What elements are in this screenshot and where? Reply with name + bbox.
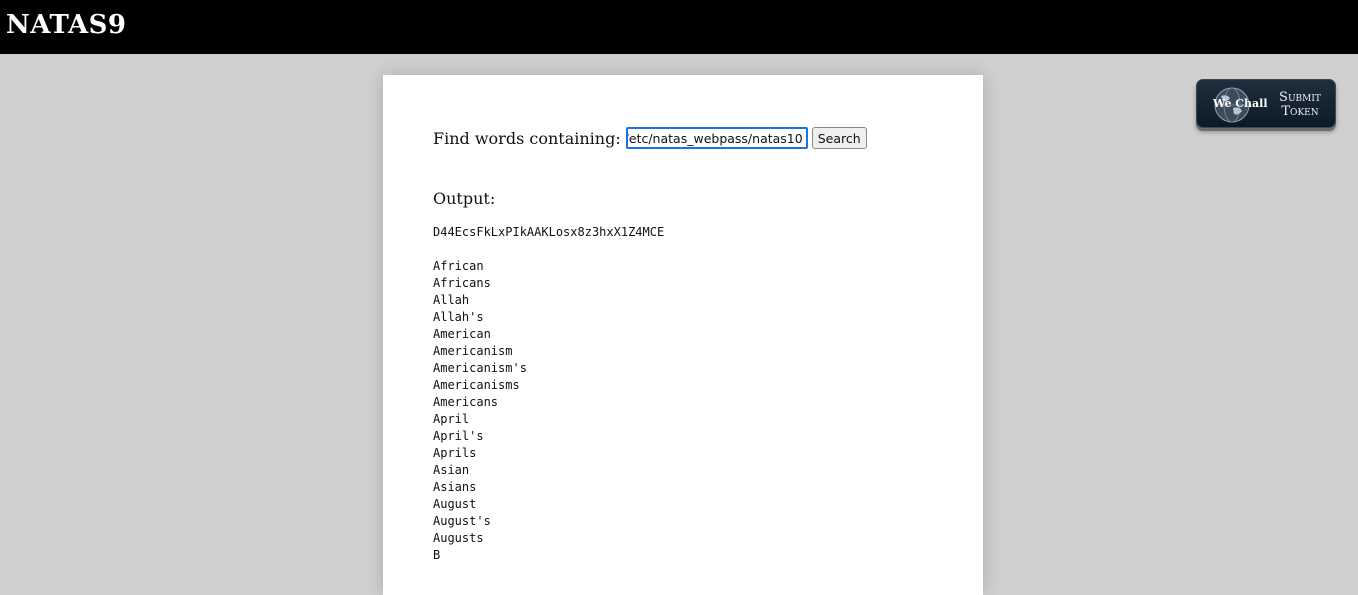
output-text: D44EcsFkLxPIkAAKLosx8z3hxX1Z4MCE African… <box>433 225 665 562</box>
search-button[interactable]: Search <box>811 127 867 149</box>
wechall-logo-text: We Chall <box>1213 97 1268 110</box>
output-heading: Output: <box>433 189 496 208</box>
submit-token-button[interactable]: We Chall Submit Token <box>1196 79 1336 128</box>
content-panel: Find words containing: t /etc/natas_webp… <box>383 75 983 595</box>
level-title: NATAS9 <box>6 10 127 40</box>
submit-token-label: Submit Token <box>1269 91 1331 119</box>
submit-label-line1: Submit <box>1279 90 1321 105</box>
search-form: Find words containing: t /etc/natas_webp… <box>433 127 867 149</box>
search-input-value: t /etc/natas_webpass/natas10 <box>625 131 803 146</box>
header-bar: NATAS9 <box>0 0 1358 54</box>
submit-label-line2: Token <box>1281 104 1319 119</box>
search-label: Find words containing: <box>433 128 621 148</box>
search-input[interactable]: t /etc/natas_webpass/natas10 <box>625 127 808 149</box>
